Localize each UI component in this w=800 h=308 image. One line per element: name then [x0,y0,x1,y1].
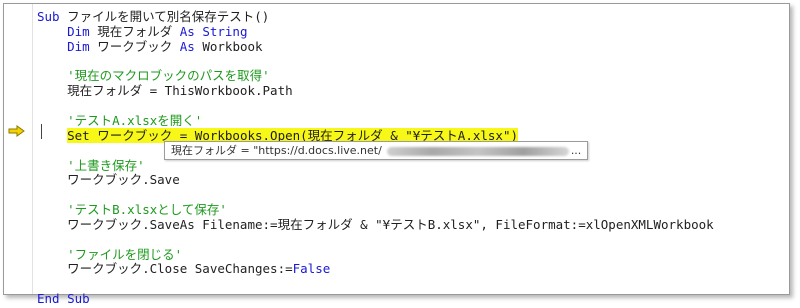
code-keyword: As String [179,23,248,39]
code-line[interactable]: ワークブック.Save [37,171,180,189]
code-keyword: End Sub [37,291,90,307]
code-text: 現在フォルダ [89,23,180,39]
code-text: ワークブック.Close SaveChanges:= [37,261,293,277]
code-line[interactable]: End Sub [37,290,90,308]
code-line[interactable]: Dim ワークブック As Workbook [37,38,263,56]
code-comment: '現在のマクロブックのパスを取得' [67,68,270,84]
tooltip-redacted-blur [386,146,569,156]
code-keyword: False [292,261,331,277]
code-line[interactable]: ワークブック.SaveAs Filename:=現在フォルダ & "¥テストB.… [37,216,714,234]
code-keyword: As [179,38,195,54]
code-text: Workbook [194,38,263,54]
text-cursor [41,124,42,139]
code-comment: '上書き保存' [67,157,145,173]
code-text: ワークブック [89,38,180,54]
code-comment: 'テストB.xlsxとして保存' [67,202,227,218]
variable-value-tooltip: 現在フォルダ = "https://d.docs.live.net/... [164,141,589,160]
code-keyword: Sub [37,9,60,24]
tooltip-ellipsis: ... [570,144,582,157]
code-text: ファイルを開いて別名保存テスト() [59,9,270,24]
code-text: ワークブック.Save [37,172,180,188]
tooltip-text: 現在フォルダ = "https://d.docs.live.net/ [171,144,382,157]
code-comment: 'ファイルを閉じる' [67,246,183,262]
code-text: 現在フォルダ = ThisWorkbook.Path [37,83,293,99]
indicator-margin[interactable] [4,4,33,294]
code-text: ワークブック.SaveAs Filename:=現在フォルダ & "¥テストB.… [37,216,714,232]
code-comment: 'テストA.xlsxを開く' [67,112,203,128]
code-keyword: Dim [67,23,90,39]
execution-arrow-icon [8,125,25,137]
code-editor-window[interactable]: Sub ファイルを開いて別名保存テスト() Dim 現在フォルダ As Stri… [3,3,790,306]
code-line[interactable]: ワークブック.Close SaveChanges:=False [37,260,330,278]
code-line[interactable]: 現在フォルダ = ThisWorkbook.Path [37,82,293,100]
code-keyword: Dim [67,38,90,54]
